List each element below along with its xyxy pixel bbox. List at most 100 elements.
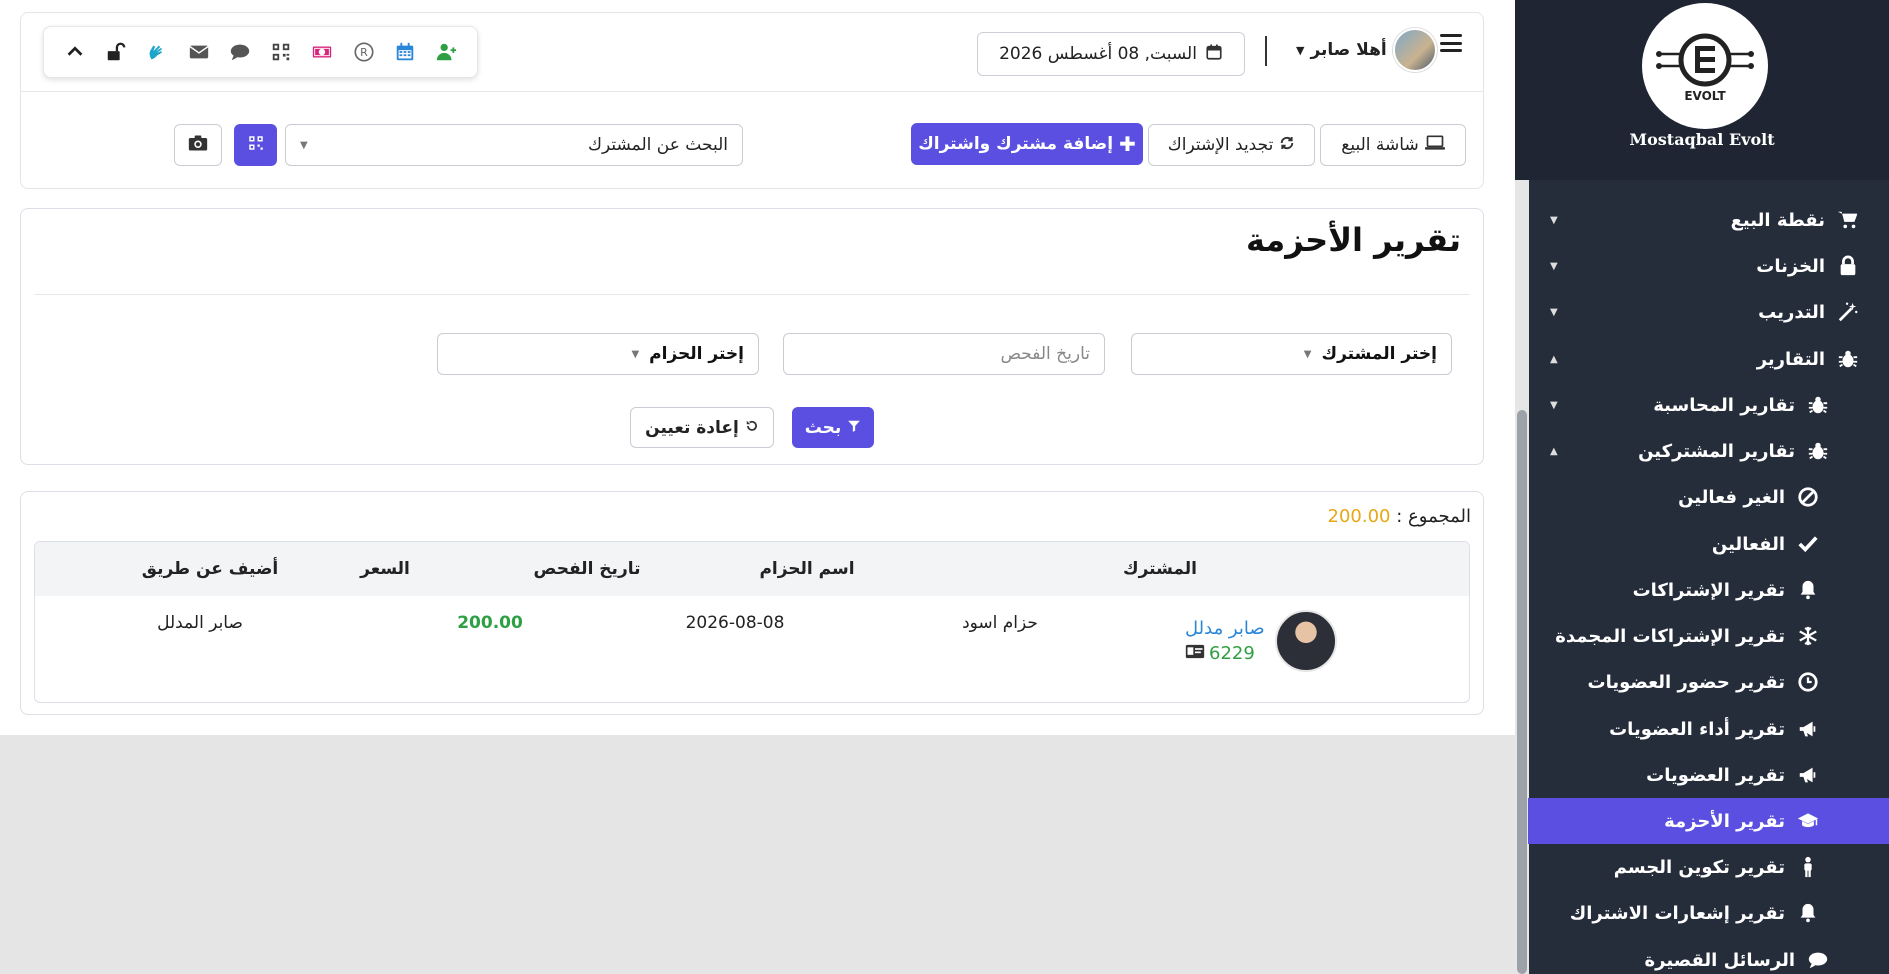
ban-icon [1795,484,1821,510]
exam-date-input[interactable]: تاريخ الفحص [783,333,1105,375]
id-card-icon [1185,644,1205,663]
column-header-belt: اسم الحزام [759,559,855,579]
added-by-cell: صابر المدلل [157,613,243,633]
caret-down-icon: ▼ [1296,43,1305,57]
money-icon[interactable] [308,38,336,66]
sidebar-item-reports[interactable]: التقارير ▲ [1528,336,1889,382]
refresh-icon [1279,135,1295,156]
user-menu[interactable]: أهلا صابر ▼ [1296,28,1437,72]
sidebar-item-attendance-report[interactable]: تقرير حضور العضويات [1528,659,1889,705]
sidebar-item-inactive[interactable]: الغير فعالين [1528,474,1889,520]
chevron-up-icon[interactable] [61,38,89,66]
sidebar-item-accounting-reports[interactable]: تقارير المحاسبة ▼ [1528,382,1889,428]
sidebar-item-partial [1528,170,1889,182]
sidebar-item-member-reports[interactable]: تقارير المشتركين ▲ [1528,428,1889,474]
date-text: السبت, 08 أغسطس 2026 [999,44,1197,64]
sidebar-item-active[interactable]: الفعالين [1528,521,1889,567]
registered-icon[interactable]: R [350,38,378,66]
header-divider [1265,36,1267,66]
user-greeting: أهلا صابر [1310,40,1387,60]
sidebar-item-performance-report[interactable]: تقرير أداء العضويات [1528,706,1889,752]
avatar [1392,28,1437,72]
sidebar-item-sms[interactable]: الرسائل القصيرة [1528,937,1889,974]
unlock-icon[interactable] [102,38,130,66]
sidebar-scrollbar[interactable] [1517,410,1527,974]
bell-icon [1795,900,1821,926]
member-name-link[interactable]: صابر مدلل [1185,618,1265,639]
search-button[interactable]: بحث [792,407,874,448]
caret-up-icon: ▲ [1550,445,1558,457]
caret-down-icon: ▼ [1550,214,1558,226]
quick-actions-toolbar: R [43,26,478,78]
column-header-member: المشترك [1123,559,1198,579]
camera-button[interactable] [174,124,222,166]
bell-icon [1795,577,1821,603]
pos-screen-button[interactable]: شاشة البيع [1320,124,1466,166]
check-icon [1795,531,1821,557]
hamburger-menu-icon[interactable] [1440,34,1462,52]
graduation-cap-icon [1795,808,1821,834]
sidebar-item-frozen-subscriptions[interactable]: تقرير الإشتراكات المجمدة [1528,613,1889,659]
sidebar-item-subscription-notifications[interactable]: تقرير إشعارات الاشتراك [1528,890,1889,936]
caret-down-icon: ▼ [631,348,640,360]
logo[interactable]: EVOLT [1642,3,1768,129]
qr-code-icon [247,134,265,156]
svg-text:R: R [360,46,368,59]
qr-scan-button[interactable] [234,124,277,166]
caret-down-icon: ▼ [1550,260,1558,272]
member-search-select[interactable]: البحث عن المشترك ▼ [285,124,743,166]
laptop-icon [1424,135,1445,156]
belts-table: المشترك اسم الحزام تاريخ الفحص السعر أضي… [34,541,1470,703]
envelope-icon[interactable] [185,38,213,66]
filter-icon [847,418,861,438]
megaphone-icon [1795,716,1821,742]
calendar-icon[interactable] [391,38,419,66]
table-header: المشترك اسم الحزام تاريخ الفحص السعر أضي… [35,542,1469,596]
filter-card: تقرير الأحزمة إختر المشترك ▼ تاريخ الفحص… [20,208,1484,465]
brand-name: Mostaqbal Evolt [1629,130,1775,149]
comment-icon [1805,947,1831,973]
belt-select[interactable]: إختر الحزام ▼ [437,333,759,375]
sidebar-item-pos[interactable]: نقطة البيع ▼ [1528,197,1889,243]
qr-code-icon[interactable] [267,38,295,66]
sidebar-item-subscriptions-report[interactable]: تقرير الإشتراكات [1528,567,1889,613]
current-date: السبت, 08 أغسطس 2026 [977,32,1245,76]
add-user-icon[interactable] [432,38,460,66]
caret-down-icon: ▼ [1303,348,1312,360]
caret-down-icon: ▼ [300,139,308,151]
sign-language-icon[interactable] [143,38,171,66]
clock-icon [1795,669,1821,695]
bug-icon [1835,346,1861,372]
svg-text:EVOLT: EVOLT [1684,89,1726,103]
bug-icon [1805,438,1831,464]
total-label: المجموع : [1396,506,1471,527]
cart-icon [1835,207,1861,233]
main-content: R السبت, 08 أغسطس 2026 أهلا صابر ▼ شاشة … [0,0,1515,735]
person-icon [1795,854,1821,880]
snowflake-icon [1795,623,1821,649]
divider [34,294,1470,295]
calendar-icon [1205,43,1223,66]
sidebar-item-body-composition[interactable]: تقرير تكوين الجسم [1528,844,1889,890]
member-id: 6229 [1209,643,1255,664]
chat-icon[interactable] [226,38,254,66]
megaphone-icon [1795,762,1821,788]
add-member-subscription-button[interactable]: ✚ إضافة مشترك واشتراك [911,123,1143,165]
caret-down-icon: ▼ [1550,306,1558,318]
bug-icon [1805,392,1831,418]
lock-icon [1835,253,1861,279]
column-header-added-by: أضيف عن طريق [141,559,279,579]
plus-icon: ✚ [1119,132,1136,156]
caret-up-icon: ▲ [1550,353,1558,365]
sidebar-item-belts-report[interactable]: تقرير الأحزمة [1528,798,1889,844]
page-title: تقرير الأحزمة [1246,221,1461,259]
member-cell: صابر مدلل 6229 [1185,610,1337,672]
sidebar-item-safes[interactable]: الخزنات ▼ [1528,243,1889,289]
sidebar-item-memberships-report[interactable]: تقرير العضويات [1528,752,1889,798]
member-photo [1274,610,1337,672]
sidebar-item-training[interactable]: التدريب ▼ [1528,289,1889,335]
reset-button[interactable]: إعادة تعيين [630,407,774,448]
exam-date-cell: 2026-08-08 [685,613,785,633]
renew-subscription-button[interactable]: تجديد الإشتراك [1148,124,1315,166]
member-select[interactable]: إختر المشترك ▼ [1131,333,1452,375]
